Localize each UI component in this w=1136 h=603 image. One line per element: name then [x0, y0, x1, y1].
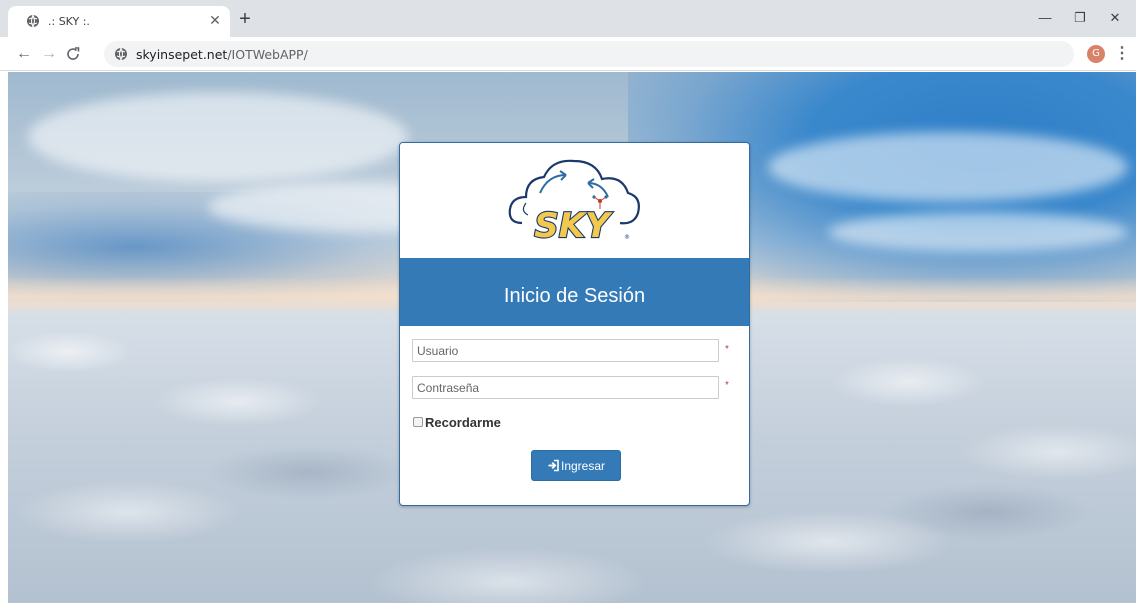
tab-title: .: SKY :.: [48, 15, 90, 28]
username-field[interactable]: [412, 339, 719, 362]
browser-tab[interactable]: .: SKY :. ✕: [8, 6, 230, 37]
address-path: /IOTWebAPP/: [227, 47, 308, 62]
logo-area: SKY ®: [400, 143, 749, 258]
browser-menu-icon[interactable]: ⋮: [1114, 44, 1130, 64]
password-field[interactable]: [412, 376, 719, 399]
login-panel: SKY ® Inicio de Sesión * * Recordarme In…: [399, 142, 750, 506]
cloud-wisp: [828, 212, 1128, 252]
browser-tabstrip: .: SKY :. ✕ + — ❐ ✕: [0, 0, 1136, 37]
remember-label[interactable]: Recordarme: [425, 415, 501, 430]
login-title: Inicio de Sesión: [503, 285, 646, 307]
back-button[interactable]: ←: [14, 44, 34, 64]
forward-button[interactable]: →: [39, 44, 59, 64]
address-domain: skyinsepet.net: [136, 47, 228, 62]
restore-button[interactable]: ❐: [1065, 6, 1095, 30]
site-info-icon[interactable]: [114, 47, 128, 61]
minimize-button[interactable]: —: [1030, 6, 1060, 30]
new-tab-button[interactable]: +: [234, 9, 256, 31]
address-bar[interactable]: skyinsepet.net/IOTWebAPP/: [104, 41, 1074, 67]
login-header: Inicio de Sesión: [400, 258, 749, 326]
login-button-label: Ingresar: [560, 458, 606, 473]
logo-lettering: SKY: [534, 206, 613, 246]
page-viewport: SKY ® Inicio de Sesión * * Recordarme In…: [8, 72, 1136, 603]
reload-icon: [67, 47, 80, 60]
svg-text:®: ®: [624, 234, 630, 241]
password-required-marker: *: [725, 380, 729, 391]
cloud-wisp: [28, 92, 408, 182]
window-close-button[interactable]: ✕: [1100, 6, 1130, 30]
profile-avatar[interactable]: G: [1087, 45, 1105, 63]
sky-logo: SKY ®: [508, 159, 640, 247]
browser-toolbar: ← → skyinsepet.net/IOTWebAPP/ G ⋮: [0, 37, 1136, 71]
login-button[interactable]: Ingresar: [531, 450, 621, 481]
cloud-wisp: [768, 132, 1128, 202]
reload-button[interactable]: [63, 44, 83, 64]
remember-checkbox[interactable]: [413, 417, 423, 427]
globe-icon: [27, 14, 39, 28]
address-url: skyinsepet.net/IOTWebAPP/: [136, 47, 308, 62]
sign-in-icon: [548, 460, 559, 472]
username-required-marker: *: [725, 344, 729, 355]
close-icon[interactable]: ✕: [206, 11, 224, 29]
